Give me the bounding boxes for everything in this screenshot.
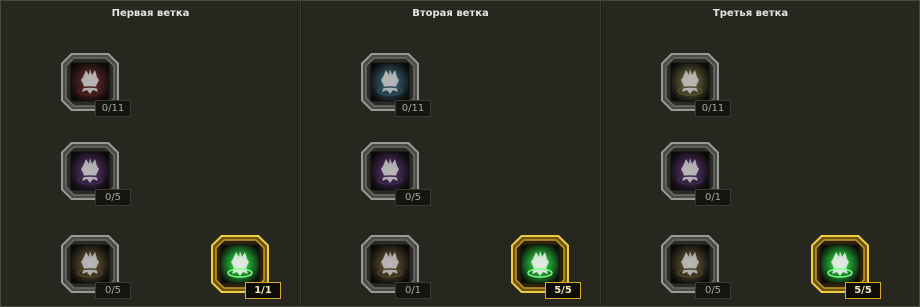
skill-level-counter: 5/5 <box>845 282 881 299</box>
skill-slot[interactable]: 0/5 <box>61 235 131 299</box>
skill-slot[interactable]: 5/5 <box>811 235 881 299</box>
branch-3: Третья ветка 0/11 0/1 0/5 5/5 <box>600 1 900 306</box>
skill-level-counter: 0/5 <box>95 189 131 206</box>
skill-slot[interactable]: 0/5 <box>661 235 731 299</box>
skill-slot[interactable]: 0/11 <box>61 53 131 117</box>
skill-level-counter: 0/1 <box>695 189 731 206</box>
skill-slot[interactable]: 0/11 <box>361 53 431 117</box>
branch-1: Первая ветка 0/11 0/5 0/5 1/1 <box>1 1 300 306</box>
skill-level-counter: 0/5 <box>395 189 431 206</box>
skill-level-counter: 0/11 <box>695 100 731 117</box>
skill-slot[interactable]: 0/1 <box>361 235 431 299</box>
skill-slot[interactable]: 0/5 <box>61 142 131 206</box>
skill-level-counter: 0/11 <box>95 100 131 117</box>
branch-title: Вторая ветка <box>412 8 489 19</box>
skill-level-counter: 0/5 <box>695 282 731 299</box>
branch-title: Первая ветка <box>111 8 190 19</box>
skill-slot[interactable]: 0/5 <box>361 142 431 206</box>
branch-2: Вторая ветка 0/11 0/5 0/1 5/5 <box>300 1 600 306</box>
skill-slot[interactable]: 1/1 <box>211 235 281 299</box>
skill-slot[interactable]: 0/11 <box>661 53 731 117</box>
skill-level-counter: 0/5 <box>95 282 131 299</box>
skill-level-counter: 5/5 <box>545 282 581 299</box>
skill-slot[interactable]: 5/5 <box>511 235 581 299</box>
skill-tree-panel: Первая ветка 0/11 0/5 0/5 1/1 Вторая ветка … <box>0 0 920 307</box>
skill-level-counter: 1/1 <box>245 282 281 299</box>
skill-level-counter: 0/11 <box>395 100 431 117</box>
skill-slot[interactable]: 0/1 <box>661 142 731 206</box>
skill-level-counter: 0/1 <box>395 282 431 299</box>
branch-title: Третья ветка <box>712 8 789 19</box>
